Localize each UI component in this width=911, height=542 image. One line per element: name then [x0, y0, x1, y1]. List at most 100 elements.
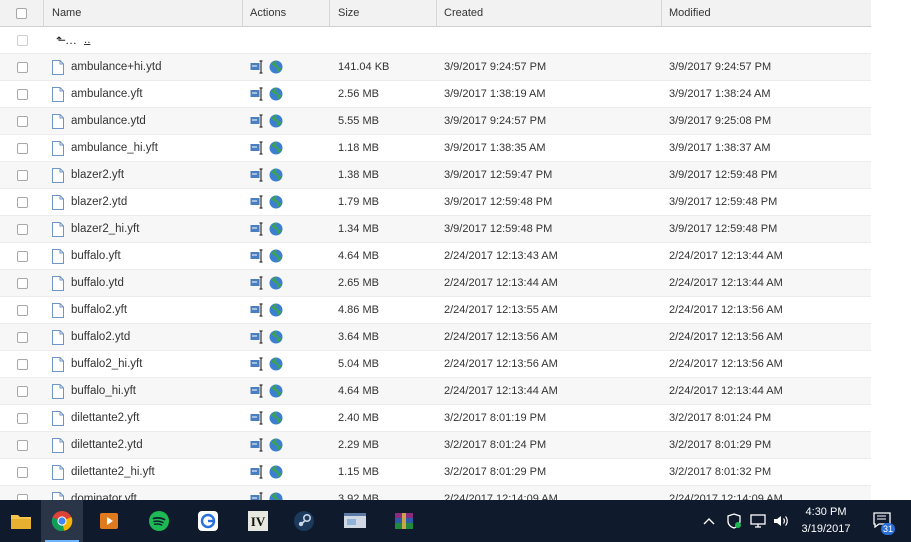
file-name-cell[interactable]: buffalo.yft [44, 243, 243, 269]
edit-action-icon[interactable] [250, 249, 265, 263]
table-row[interactable]: blazer2.yft 1.38 MB 3/9/2017 12:59:47 PM 3/… [0, 162, 871, 189]
edit-action-icon[interactable] [250, 222, 265, 236]
file-name[interactable]: dominator.yft [71, 493, 137, 500]
file-name[interactable]: blazer2_hi.yft [71, 223, 139, 235]
table-row[interactable]: ambulance+hi.ytd 141.04 KB 3/9/2017 9:24:5… [0, 54, 871, 81]
row-checkbox[interactable] [16, 169, 28, 181]
open-web-action-icon[interactable] [269, 465, 283, 479]
table-row[interactable]: dilettante2_hi.yft 1.15 MB 3/2/2017 8:01:2… [0, 459, 871, 486]
open-web-action-icon[interactable] [269, 357, 283, 371]
table-row[interactable]: dilettante2.yft 2.40 MB 3/2/2017 8:01:19 P… [0, 405, 871, 432]
column-header-name[interactable]: Name [44, 0, 243, 26]
file-explorer-icon[interactable] [0, 500, 42, 542]
file-name[interactable]: ambulance.yft [71, 88, 143, 100]
row-checkbox[interactable] [16, 223, 28, 235]
row-checkbox[interactable] [16, 466, 28, 478]
table-row[interactable]: dilettante2.ytd 2.29 MB 3/2/2017 8:01:24 P… [0, 432, 871, 459]
file-name[interactable]: buffalo2_hi.yft [71, 358, 142, 370]
open-web-action-icon[interactable] [269, 141, 283, 155]
file-name-cell[interactable]: buffalo2_hi.yft [44, 351, 243, 377]
select-all-checkbox[interactable] [16, 7, 27, 19]
file-name-cell[interactable]: dilettante2.yft [44, 405, 243, 431]
row-checkbox[interactable] [16, 142, 28, 154]
show-hidden-icons-chevron-icon[interactable] [700, 500, 718, 542]
table-row[interactable]: buffalo.yft 4.64 MB 2/24/2017 12:13:43 AM 2… [0, 243, 871, 270]
row-checkbox[interactable] [16, 88, 28, 100]
edit-action-icon[interactable] [250, 303, 265, 317]
file-name[interactable]: dilettante2.ytd [71, 439, 143, 451]
file-name[interactable]: buffalo_hi.yft [71, 385, 136, 397]
file-name-cell[interactable]: ambulance.yft [44, 81, 243, 107]
file-name[interactable]: dilettante2.yft [71, 412, 139, 424]
chrome-icon[interactable] [41, 500, 83, 542]
edit-action-icon[interactable] [250, 492, 265, 500]
row-checkbox[interactable] [16, 61, 28, 73]
open-web-action-icon[interactable] [269, 222, 283, 236]
table-row[interactable]: ambulance.ytd 5.55 MB 3/9/2017 9:24:57 PM 3… [0, 108, 871, 135]
file-name[interactable]: dilettante2_hi.yft [71, 466, 155, 478]
parent-directory-link[interactable]: ⬑… .. [44, 27, 243, 53]
file-name-cell[interactable]: dilettante2.ytd [44, 432, 243, 458]
open-web-action-icon[interactable] [269, 384, 283, 398]
volume-icon[interactable] [771, 500, 791, 542]
action-center-icon[interactable]: 31 [868, 500, 898, 542]
taskbar-clock[interactable]: 4:30 PM 3/19/2017 [790, 504, 862, 538]
file-name-cell[interactable]: buffalo2.ytd [44, 324, 243, 350]
file-name-cell[interactable]: buffalo_hi.yft [44, 378, 243, 404]
file-name-cell[interactable]: buffalo2.yft [44, 297, 243, 323]
edit-action-icon[interactable] [250, 60, 265, 74]
file-name-cell[interactable]: blazer2.yft [44, 162, 243, 188]
table-row[interactable]: ambulance_hi.yft 1.18 MB 3/9/2017 1:38:35 … [0, 135, 871, 162]
table-row[interactable]: blazer2_hi.yft 1.34 MB 3/9/2017 12:59:48 P… [0, 216, 871, 243]
edit-action-icon[interactable] [250, 195, 265, 209]
edit-action-icon[interactable] [250, 87, 265, 101]
file-name[interactable]: ambulance_hi.yft [71, 142, 158, 154]
row-checkbox[interactable] [16, 385, 28, 397]
sync-app-icon[interactable] [187, 500, 229, 542]
spotify-icon[interactable] [138, 500, 180, 542]
open-web-action-icon[interactable] [269, 87, 283, 101]
row-checkbox[interactable] [16, 412, 28, 424]
row-checkbox[interactable] [16, 331, 28, 343]
edit-action-icon[interactable] [250, 438, 265, 452]
archive-app-icon[interactable] [383, 500, 425, 542]
file-name[interactable]: blazer2.yft [71, 169, 124, 181]
open-web-action-icon[interactable] [269, 438, 283, 452]
steam-icon[interactable] [283, 500, 325, 542]
file-name-cell[interactable]: blazer2_hi.yft [44, 216, 243, 242]
file-name-cell[interactable]: dilettante2_hi.yft [44, 459, 243, 485]
file-name-cell[interactable]: blazer2.ytd [44, 189, 243, 215]
parent-directory-row[interactable]: ⬑… .. [0, 27, 871, 54]
row-checkbox[interactable] [16, 277, 28, 289]
column-header-created[interactable]: Created [437, 0, 662, 26]
file-name[interactable]: buffalo2.yft [71, 304, 127, 316]
file-name[interactable]: ambulance+hi.ytd [71, 61, 161, 73]
open-web-action-icon[interactable] [269, 195, 283, 209]
edit-action-icon[interactable] [250, 168, 265, 182]
row-checkbox[interactable] [16, 358, 28, 370]
file-name[interactable]: buffalo.ytd [71, 277, 124, 289]
edit-action-icon[interactable] [250, 465, 265, 479]
table-row[interactable]: buffalo2.yft 4.86 MB 2/24/2017 12:13:55 AM… [0, 297, 871, 324]
row-checkbox[interactable] [16, 115, 28, 127]
file-name[interactable]: buffalo.yft [71, 250, 121, 262]
open-web-action-icon[interactable] [269, 249, 283, 263]
open-web-action-icon[interactable] [269, 303, 283, 317]
open-web-action-icon[interactable] [269, 60, 283, 74]
file-name-cell[interactable]: ambulance.ytd [44, 108, 243, 134]
edit-action-icon[interactable] [250, 384, 265, 398]
table-row[interactable]: buffalo.ytd 2.65 MB 2/24/2017 12:13:44 AM 2… [0, 270, 871, 297]
edit-action-icon[interactable] [250, 114, 265, 128]
open-web-action-icon[interactable] [269, 492, 283, 500]
open-web-action-icon[interactable] [269, 168, 283, 182]
file-name-cell[interactable]: buffalo.ytd [44, 270, 243, 296]
table-row[interactable]: buffalo2.ytd 3.64 MB 2/24/2017 12:13:56 AM… [0, 324, 871, 351]
row-checkbox[interactable] [16, 196, 28, 208]
table-row[interactable]: blazer2.ytd 1.79 MB 3/9/2017 12:59:48 PM 3/… [0, 189, 871, 216]
file-name-cell[interactable]: dominator.yft [44, 486, 243, 500]
open-web-action-icon[interactable] [269, 411, 283, 425]
row-checkbox[interactable] [16, 250, 28, 262]
edit-action-icon[interactable] [250, 330, 265, 344]
table-row[interactable]: buffalo_hi.yft 4.64 MB 2/24/2017 12:13:44 … [0, 378, 871, 405]
file-name[interactable]: buffalo2.ytd [71, 331, 130, 343]
